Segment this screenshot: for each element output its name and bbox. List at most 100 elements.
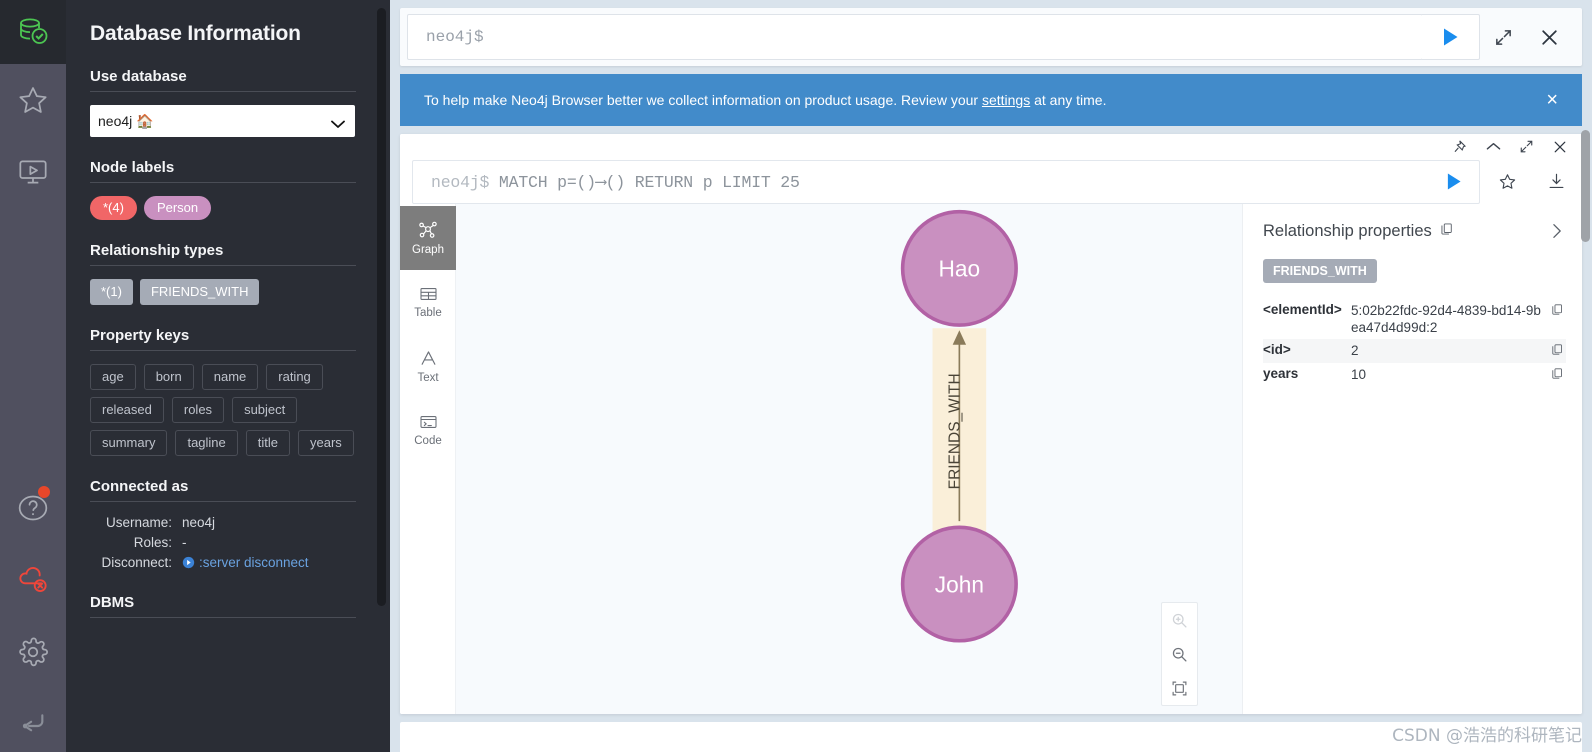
property-key: <id> <box>1263 341 1291 357</box>
database-select[interactable]: neo4j 🏠 <box>90 105 355 137</box>
text-icon <box>420 350 436 365</box>
relationship-types-heading: Relationship types <box>90 242 224 259</box>
telemetry-banner-text: To help make Neo4j Browser better we col… <box>424 92 1542 108</box>
collapse-frame-button[interactable] <box>1486 141 1501 152</box>
main-query-editor-bar: neo4j$ <box>400 8 1582 66</box>
divider <box>90 91 356 92</box>
monitor-play-icon <box>19 160 47 184</box>
zoom-out-button[interactable] <box>1161 637 1198 671</box>
properties-panel-header: Relationship properties <box>1263 222 1566 241</box>
property-key-chip[interactable]: title <box>245 430 290 456</box>
connected-as-heading: Connected as <box>90 478 189 495</box>
username-label: Username: <box>105 515 172 530</box>
banner-text-before: To help make Neo4j Browser better we col… <box>424 92 982 108</box>
chevron-right-icon <box>1553 223 1561 238</box>
download-button[interactable] <box>1547 172 1566 191</box>
property-key-chip[interactable]: summary <box>90 430 168 456</box>
sidebar-item-help[interactable] <box>0 472 66 544</box>
relationship-type-friends-with[interactable]: FRIENDS_WITH <box>139 279 260 305</box>
copy-icon[interactable] <box>1551 343 1564 359</box>
frame-body: Graph Table Text Code FRIENDS_WITH Hao J… <box>400 203 1582 714</box>
connected-as-row: Disconnect: :server disconnect <box>90 555 356 572</box>
property-key-chip[interactable]: years <box>298 430 354 456</box>
next-frame-strip <box>400 722 1582 752</box>
property-key-chip[interactable]: tagline <box>175 430 238 456</box>
divider <box>90 617 356 618</box>
relationship-caption: FRIENDS_WITH <box>946 373 963 489</box>
sidebar-scrollbar[interactable] <box>377 8 386 606</box>
relationship-type-chip[interactable]: FRIENDS_WITH <box>1263 258 1377 283</box>
graph-svg: FRIENDS_WITH Hao John <box>900 209 1018 643</box>
frame-query-text: neo4j$ MATCH p=()⟶() RETURN p LIMIT 25 <box>413 172 1429 192</box>
frame-query-display[interactable]: neo4j$ MATCH p=()⟶() RETURN p LIMIT 25 <box>412 159 1480 204</box>
tab-code-label: Code <box>414 435 442 448</box>
property-key-chip[interactable]: name <box>201 364 259 390</box>
connected-as-row: Username: neo4j <box>90 515 356 530</box>
sidebar-item-guides[interactable] <box>0 136 66 208</box>
code-icon <box>419 416 437 429</box>
sidebar-item-sync[interactable] <box>0 688 66 752</box>
graph-node-john-caption: John <box>935 571 984 597</box>
connected-as-table: Username: neo4j Roles: - Disconnect: :se… <box>90 515 356 572</box>
neo4j-database-logo <box>0 0 66 64</box>
sidebar-item-settings[interactable] <box>0 616 66 688</box>
close-icon <box>1541 29 1557 45</box>
node-label-all[interactable]: *(4) <box>90 196 137 220</box>
property-row-elementid: <elementId> 5:02b22fdc-92d4-4839-bd14-9b… <box>1263 299 1566 339</box>
property-key-chip[interactable]: born <box>143 364 194 390</box>
settings-link[interactable]: settings <box>982 92 1030 108</box>
copy-icon[interactable] <box>1551 367 1564 383</box>
main-query-input[interactable]: neo4j$ <box>407 14 1423 60</box>
fit-to-screen-button[interactable] <box>1161 671 1198 705</box>
collapse-properties-panel-button[interactable] <box>1551 222 1564 245</box>
node-label-person[interactable]: Person <box>143 196 212 220</box>
close-editor-button[interactable] <box>1526 14 1572 60</box>
copy-icon[interactable] <box>1551 303 1564 319</box>
sync-icon <box>22 714 44 732</box>
save-favorite-button[interactable] <box>1498 172 1517 191</box>
property-key-chip[interactable]: released <box>90 397 164 423</box>
property-value: 10 <box>1351 366 1367 382</box>
tab-code[interactable]: Code <box>400 398 456 462</box>
tab-table[interactable]: Table <box>400 270 456 334</box>
close-frame-button[interactable] <box>1552 139 1568 155</box>
download-icon <box>1549 173 1564 189</box>
frame-query-prompt: neo4j$ <box>431 172 490 192</box>
roles-value: - <box>182 535 187 550</box>
expand-frame-button[interactable] <box>1519 139 1534 154</box>
username-value: neo4j <box>182 515 216 530</box>
property-key-chip[interactable]: roles <box>171 397 225 423</box>
property-key-chip[interactable]: rating <box>266 364 323 390</box>
gear-icon <box>19 637 48 667</box>
frame-titlebar <box>400 134 1582 160</box>
roles-label: Roles: <box>133 535 172 550</box>
main-scrollbar[interactable] <box>1581 130 1590 242</box>
run-icon <box>1447 173 1461 190</box>
zoom-in-button[interactable] <box>1161 603 1198 637</box>
sidebar-item-connection-status[interactable] <box>0 544 66 616</box>
sidebar-item-favorites[interactable] <box>0 64 66 136</box>
server-disconnect-link[interactable]: :server disconnect <box>199 555 309 570</box>
graph-zoom-controls <box>1161 602 1198 706</box>
page-title: Database Information <box>90 22 301 45</box>
run-query-button[interactable] <box>1422 14 1480 60</box>
database-select-wrapper: neo4j 🏠 <box>90 105 355 137</box>
frame-run-button[interactable] <box>1429 172 1479 191</box>
database-information-sidebar: Database Information Use database neo4j … <box>66 0 390 752</box>
banner-close-button[interactable]: × <box>1542 90 1562 110</box>
copy-all-icon[interactable] <box>1440 222 1454 241</box>
relationship-properties-panel: Relationship properties FRIENDS_WITH <el… <box>1242 203 1582 714</box>
property-key-chip[interactable]: subject <box>232 397 298 423</box>
tab-graph[interactable]: Graph <box>400 205 456 270</box>
relationship-type-list: *(1) FRIENDS_WITH <box>90 279 356 305</box>
property-key-chip[interactable]: age <box>90 364 136 390</box>
tab-text[interactable]: Text <box>400 334 456 398</box>
result-frame: neo4j$ MATCH p=()⟶() RETURN p LIMIT 25 G… <box>400 134 1582 714</box>
graph-visualization[interactable]: FRIENDS_WITH Hao John <box>456 203 1242 714</box>
expand-editor-button[interactable] <box>1480 14 1526 60</box>
graph-icon <box>419 221 437 238</box>
node-labels-heading: Node labels <box>90 159 175 176</box>
relationship-type-all[interactable]: *(1) <box>90 279 133 305</box>
pin-frame-button[interactable] <box>1453 139 1468 154</box>
zoom-in-icon <box>1172 613 1187 628</box>
